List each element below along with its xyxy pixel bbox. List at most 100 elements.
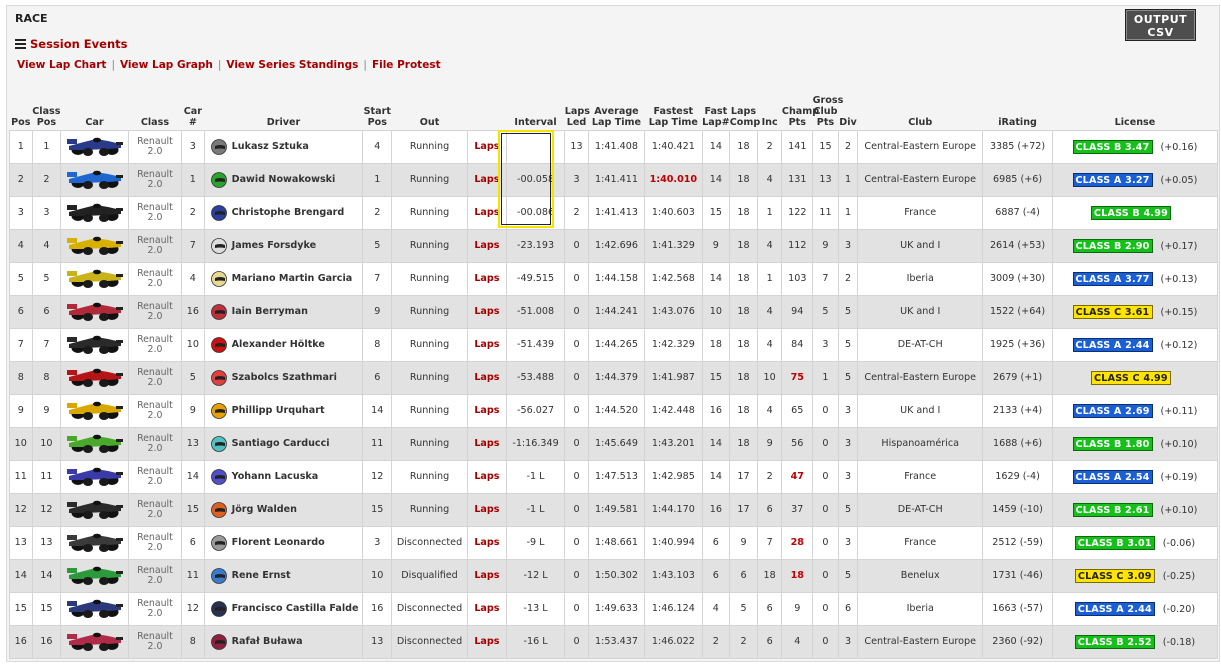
driver-cell[interactable]: Florent Leonardo bbox=[203, 525, 364, 560]
laps-comp-cell: 18 bbox=[729, 393, 758, 428]
laps-link[interactable]: Laps bbox=[466, 591, 507, 626]
irating-cell: 2512 (-59) bbox=[982, 525, 1053, 560]
class-cell: Renault 2.0 bbox=[127, 393, 183, 428]
car-cell bbox=[60, 228, 129, 263]
driver-wrap: Iain Berryman bbox=[205, 303, 362, 320]
irating-value: 3009 bbox=[989, 273, 1015, 284]
driver-cell[interactable]: Francisco Castilla Falde bbox=[203, 591, 364, 626]
laps-link[interactable]: Laps bbox=[466, 393, 507, 428]
session-events-label: Session Events bbox=[30, 37, 128, 51]
laps-comp-cell: 6 bbox=[729, 558, 758, 593]
laps-link[interactable]: Laps bbox=[466, 525, 507, 560]
club-pts-cell: 13 bbox=[812, 162, 839, 197]
class-name-line: 2.0 bbox=[147, 244, 163, 256]
driver-name[interactable]: Jörg Walden bbox=[232, 504, 297, 515]
driver-name[interactable]: Mariano Martin Garcia bbox=[232, 273, 353, 284]
col-car-number: Car # bbox=[181, 90, 205, 130]
driver-name[interactable]: Francisco Castilla Falde bbox=[232, 603, 359, 614]
file-protest-link[interactable]: File Protest bbox=[372, 59, 441, 71]
driver-name[interactable]: Santiago Carducci bbox=[232, 438, 330, 449]
driver-name[interactable]: Florent Leonardo bbox=[232, 537, 325, 548]
output-csv-button[interactable]: OUTPUT CSV bbox=[1125, 9, 1196, 41]
start-pos-cell: 2 bbox=[362, 195, 393, 230]
fast-lap-num-cell: 14 bbox=[701, 426, 731, 461]
driver-cell[interactable]: Lukasz Sztuka bbox=[203, 129, 364, 164]
driver-cell[interactable]: Szabolcs Szathmari bbox=[203, 360, 364, 395]
driver-name[interactable]: Iain Berryman bbox=[232, 306, 308, 317]
driver-cell[interactable]: Yohann Lacuska bbox=[203, 459, 364, 494]
car-number-cell: 8 bbox=[181, 624, 205, 659]
laps-link[interactable]: Laps bbox=[466, 624, 507, 659]
driver-cell[interactable]: Christophe Brengard bbox=[203, 195, 364, 230]
laps-link[interactable]: Laps bbox=[466, 129, 507, 164]
driver-wrap: Rene Ernst bbox=[205, 567, 362, 584]
laps-link[interactable]: Laps bbox=[466, 492, 507, 527]
session-events-toggle[interactable]: Session Events bbox=[15, 37, 128, 51]
class-pos-cell: 9 bbox=[31, 393, 62, 428]
laps-link[interactable]: Laps bbox=[466, 261, 507, 296]
fastest-lap-cell: 1:42.448 bbox=[644, 393, 703, 428]
class-pos-cell: 5 bbox=[31, 261, 62, 296]
table-row: 11 11 Renault 2.0 14 Yohann Lacuska 12 Running L… bbox=[9, 459, 1219, 494]
fastest-lap-cell: 1:41.329 bbox=[644, 228, 703, 263]
driver-cell[interactable]: Dawid Nowakowski bbox=[203, 162, 364, 197]
start-pos-cell: 7 bbox=[362, 261, 393, 296]
formula-car-icon bbox=[66, 599, 123, 618]
driver-wrap: Phillipp Urquhart bbox=[205, 402, 362, 419]
driver-name[interactable]: Yohann Lacuska bbox=[232, 471, 319, 482]
driver-name[interactable]: Dawid Nowakowski bbox=[232, 174, 336, 185]
table-row: 15 15 Renault 2.0 12 Francisco Castilla Falde… bbox=[9, 591, 1219, 626]
class-cell: Renault 2.0 bbox=[127, 426, 183, 461]
club-cell: France bbox=[857, 459, 984, 494]
inc-cell: 4 bbox=[756, 162, 783, 197]
col-average-lap: Average Lap Time bbox=[588, 90, 645, 130]
driver-cell[interactable]: Jörg Walden bbox=[203, 492, 364, 527]
driver-cell[interactable]: Rene Ernst bbox=[203, 558, 364, 593]
license-cell: CLASS A 2.69 (+0.11) bbox=[1051, 393, 1219, 428]
driver-cell[interactable]: Phillipp Urquhart bbox=[203, 393, 364, 428]
laps-link[interactable]: Laps bbox=[466, 459, 507, 494]
champ-pts-cell: 131 bbox=[781, 162, 814, 197]
class-cell: Renault 2.0 bbox=[127, 294, 183, 329]
laps-link[interactable]: Laps bbox=[466, 426, 507, 461]
class-pos-cell: 2 bbox=[31, 162, 62, 197]
out-status-cell: Running bbox=[391, 426, 468, 461]
driver-name[interactable]: Szabolcs Szathmari bbox=[232, 372, 337, 383]
driver-cell[interactable]: Iain Berryman bbox=[203, 294, 364, 329]
view-lap-graph-link[interactable]: View Lap Graph bbox=[120, 59, 213, 71]
table-row: 2 2 Renault 2.0 1 Dawid Nowakowski 1 Running Lap… bbox=[9, 162, 1219, 197]
laps-link[interactable]: Laps bbox=[466, 327, 507, 362]
driver-name[interactable]: Alexander Höltke bbox=[232, 339, 325, 350]
driver-name[interactable]: Phillipp Urquhart bbox=[232, 405, 325, 416]
view-lap-chart-link[interactable]: View Lap Chart bbox=[17, 59, 106, 71]
driver-name[interactable]: Rene Ernst bbox=[232, 570, 291, 581]
inc-cell: 9 bbox=[756, 426, 783, 461]
irating-value: 2512 bbox=[992, 537, 1017, 548]
irating-value: 1663 bbox=[992, 603, 1017, 614]
license-delta: (-0.20) bbox=[1162, 603, 1196, 615]
view-series-standings-link[interactable]: View Series Standings bbox=[226, 59, 358, 71]
driver-name[interactable]: James Forsdyke bbox=[232, 240, 317, 251]
laps-link[interactable]: Laps bbox=[466, 195, 507, 230]
col-laps-link bbox=[467, 90, 507, 130]
irating-value: 1925 bbox=[989, 339, 1015, 350]
laps-link[interactable]: Laps bbox=[466, 228, 507, 263]
start-pos-cell: 8 bbox=[362, 327, 393, 362]
laps-link[interactable]: Laps bbox=[466, 558, 507, 593]
driver-cell[interactable]: Rafał Buława bbox=[203, 624, 364, 659]
driver-cell[interactable]: James Forsdyke bbox=[203, 228, 364, 263]
driver-name[interactable]: Lukasz Sztuka bbox=[232, 141, 309, 152]
class-pos-cell: 11 bbox=[31, 459, 62, 494]
license-badge: CLASS A 2.44 bbox=[1074, 601, 1155, 616]
driver-name[interactable]: Rafał Buława bbox=[232, 636, 303, 647]
driver-cell[interactable]: Alexander Höltke bbox=[203, 327, 364, 362]
fastest-lap-cell: 1:40.994 bbox=[644, 525, 703, 560]
driver-cell[interactable]: Mariano Martin Garcia bbox=[203, 261, 364, 296]
driver-name[interactable]: Christophe Brengard bbox=[232, 207, 345, 218]
pos-cell: 8 bbox=[9, 360, 33, 395]
driver-cell[interactable]: Santiago Carducci bbox=[203, 426, 364, 461]
laps-link[interactable]: Laps bbox=[466, 294, 507, 329]
laps-link[interactable]: Laps bbox=[466, 360, 507, 395]
table-row: 13 13 Renault 2.0 6 Florent Leonardo 3 Disconne… bbox=[9, 525, 1219, 560]
laps-link[interactable]: Laps bbox=[466, 162, 507, 197]
